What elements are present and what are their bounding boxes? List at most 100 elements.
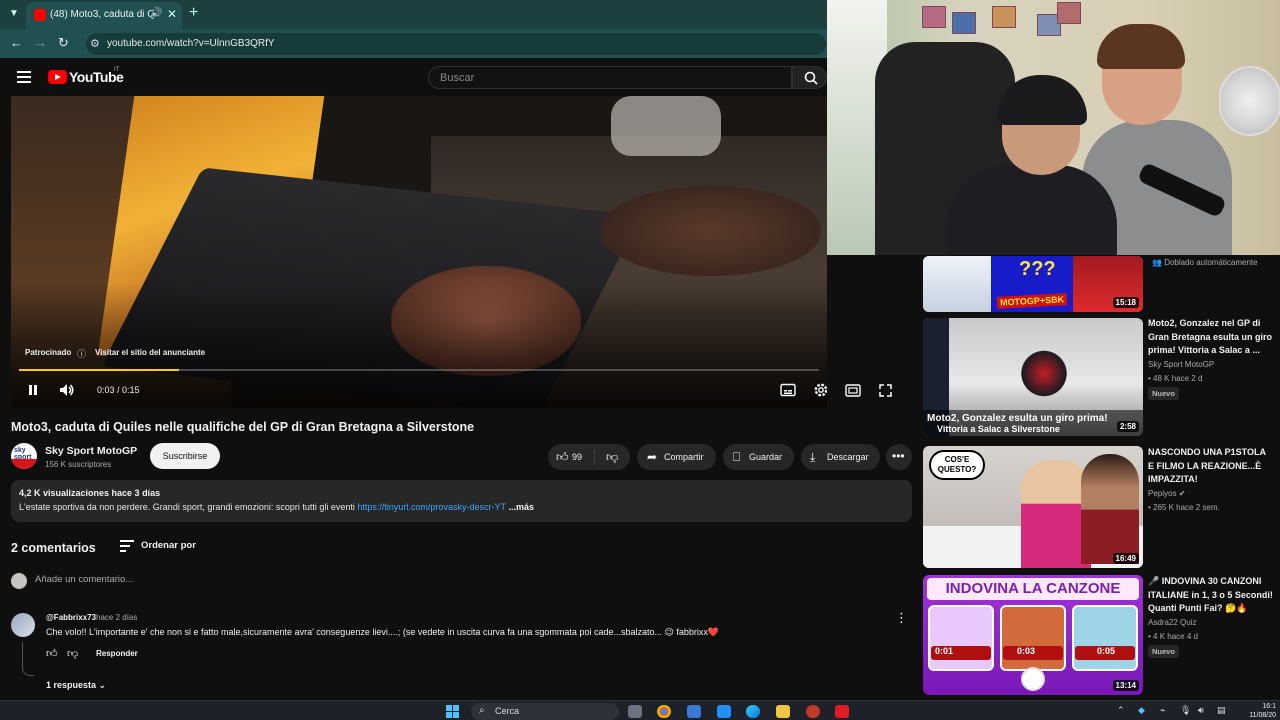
volume-icon[interactable]: 🔊︎ (1198, 705, 1204, 716)
pill-divider (594, 449, 595, 465)
rec-channel[interactable]: Sky Sport MotoGP (1148, 360, 1214, 369)
dubbed-label: 👥 Doblado automáticamente (1152, 258, 1258, 267)
search-input[interactable]: Buscar (428, 66, 792, 89)
file-explorer-icon[interactable] (776, 705, 790, 718)
thumb-timer: 0:05 (1075, 646, 1135, 660)
taskbar-search-label: Cerca (495, 706, 520, 716)
tray-app-icon[interactable]: ◆ (1138, 705, 1145, 716)
browser-tab[interactable]: (48) Moto3, caduta di Quiles 🔊 ✕ (26, 2, 182, 29)
sort-icon[interactable] (120, 540, 134, 552)
taskbar-search[interactable]: ⌕ Cerca (471, 703, 619, 720)
mail-icon[interactable] (717, 705, 731, 718)
description-link[interactable]: https://tinyurl.com/provasky-descr-YT (357, 502, 506, 512)
rec-thumbnail[interactable]: INDOVINA LA CANZONE 0:01 0:03 0:05 13:14 (923, 575, 1143, 695)
video-duration: 16:49 (1112, 553, 1139, 564)
youtube-logo-icon[interactable] (48, 70, 67, 84)
user-avatar (11, 573, 27, 589)
thumb-card (928, 605, 994, 671)
pause-icon[interactable] (27, 384, 39, 396)
progress-bar[interactable] (19, 369, 819, 371)
chrome-icon[interactable] (657, 705, 671, 718)
clock[interactable]: 16:1 11/08/20 (1249, 702, 1276, 720)
share-icon: ➦ (647, 450, 658, 464)
new-badge: Nuevo (1148, 387, 1179, 400)
volume-icon[interactable] (59, 383, 75, 397)
comment-like-icon[interactable]: 👍︎ (46, 647, 58, 660)
save-label: Guardar (749, 452, 783, 462)
thumb-timer: 0:03 (1003, 646, 1063, 660)
reply-thread-line (22, 642, 34, 676)
like-icon[interactable]: 👍︎ (556, 450, 569, 465)
tab-search-icon[interactable]: ▼ (6, 6, 22, 22)
channel-name[interactable]: Sky Sport MotoGP (45, 445, 137, 457)
comment-dislike-icon[interactable]: 👎︎ (67, 647, 78, 660)
task-view-icon[interactable] (628, 705, 642, 718)
fullscreen-icon[interactable] (878, 383, 893, 398)
thumb-caption: Moto2, Gonzalez esulta un giro prima! (927, 413, 1108, 424)
video-player[interactable]: Patrocinado ⓘ Visitar el sitio del anunc… (11, 96, 827, 408)
windows-start-icon[interactable] (446, 705, 459, 718)
new-tab-icon[interactable]: + (189, 4, 198, 22)
menu-icon[interactable] (17, 71, 31, 83)
rec-meta-text: 4 K hace 4 d (1153, 632, 1198, 641)
clock-date: 11/08/20 (1249, 712, 1276, 719)
edge-icon[interactable] (746, 705, 760, 718)
tray-network-icon[interactable]: ▤ (1217, 705, 1226, 716)
progress-fill (19, 369, 179, 371)
comment-text: Che volo!! L'importante e' che non si e … (46, 627, 720, 637)
store-icon[interactable] (687, 705, 701, 718)
comment-author[interactable]: @Fabbrixx73 (46, 613, 96, 622)
search-icon: ⌕ (479, 705, 485, 716)
tray-chevron-icon[interactable]: ⌃ (1117, 705, 1125, 716)
like-dislike-pill: 👍︎ 99 👎︎ (548, 444, 630, 470)
share-button[interactable]: ➦ Compartir (637, 444, 716, 470)
subtitles-icon[interactable] (780, 383, 796, 397)
rec-title[interactable]: NASCONDO UNA P1STOLA E FILMO LA REAZIONE… (1148, 446, 1274, 487)
like-count[interactable]: 99 (572, 452, 582, 462)
rec-channel[interactable]: Asdra22 Quiz (1148, 618, 1196, 627)
search-button[interactable] (792, 66, 827, 89)
rec-thumbnail[interactable]: Moto2, Gonzalez esulta un giro prima! Vi… (923, 318, 1143, 436)
back-icon[interactable]: ← (10, 35, 23, 50)
show-more-link[interactable]: ...más (506, 502, 534, 512)
channel-avatar[interactable]: sky sport (11, 443, 37, 469)
comment-time[interactable]: hace 2 días (96, 613, 137, 622)
replies-toggle[interactable]: 1 respuesta ⌄ (46, 680, 106, 691)
reload-icon[interactable]: ↻ (58, 35, 69, 51)
thumb-card (1000, 605, 1066, 671)
settings-icon[interactable] (813, 382, 827, 398)
dislike-icon[interactable]: 👎︎ (606, 450, 618, 465)
rec-thumbnail[interactable]: COS'E QUESTO? 16:49 (923, 446, 1143, 568)
app-icon[interactable] (835, 705, 849, 718)
address-bar[interactable]: ⚙ youtube.com/watch?v=UlnnGB3QRfY (86, 33, 826, 55)
subscribe-button[interactable]: Suscribirse (150, 443, 220, 469)
site-info-icon[interactable]: ⚙ (90, 37, 100, 50)
save-button[interactable]: ⎕ Guardar (723, 444, 794, 470)
reply-button[interactable]: Responder (96, 649, 138, 658)
download-button[interactable]: ⤓ Descargar (801, 444, 880, 470)
webcam-fan (1219, 66, 1280, 136)
microphone-icon[interactable]: 🎙︎ (1180, 705, 1191, 716)
description-box[interactable]: 4,2 K visualizaciones hace 3 días L'esta… (11, 480, 912, 522)
forward-icon[interactable]: → (34, 35, 47, 50)
rec-thumbnail[interactable]: ??? MOTOGP+SBK 15:18 (923, 256, 1143, 312)
rec-title[interactable]: Moto2, Gonzalez nel GP di Gran Bretagna … (1148, 317, 1274, 358)
theater-mode-icon[interactable] (845, 384, 861, 397)
visit-advertiser-link[interactable]: Visitar el sitio del anunciante (95, 348, 205, 357)
more-actions-button[interactable]: ••• (886, 444, 912, 470)
thumb-rider (923, 256, 991, 312)
tray-network-icon[interactable]: ⌁ (1160, 705, 1165, 716)
app-icon[interactable] (806, 705, 820, 718)
comment-menu-icon[interactable]: ⋮ (895, 610, 908, 626)
comment-avatar[interactable] (11, 613, 35, 637)
bookmark-icon: ⎕ (733, 450, 741, 464)
speaker-icon[interactable]: 🔊 (150, 8, 162, 19)
sort-by-button[interactable]: Ordenar por (141, 540, 196, 551)
rec-title[interactable]: 🎤 INDOVINA 30 CANZONI ITALIANE in 1, 3 o… (1148, 575, 1274, 616)
download-label: Descargar (827, 452, 869, 462)
rec-channel[interactable]: Pepiyos ✔ (1148, 489, 1185, 498)
close-tab-icon[interactable]: ✕ (167, 7, 177, 21)
info-icon[interactable]: ⓘ (77, 347, 86, 360)
rec-meta: • 265 K hace 2 sem. (1148, 503, 1220, 512)
add-comment-input[interactable]: Añade un comentario... (35, 574, 133, 585)
